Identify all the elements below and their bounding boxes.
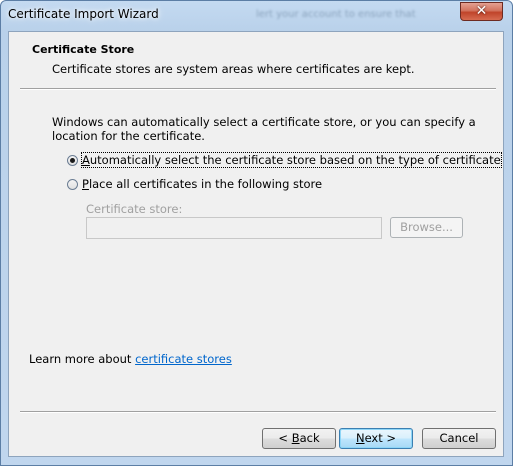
wizard-window: Certificate Import Wizard lert your acco… <box>0 0 513 466</box>
page-description: Certificate stores are system areas wher… <box>52 62 415 76</box>
page-title: Certificate Store <box>32 43 135 56</box>
certificate-store-field <box>86 217 382 239</box>
browse-button: Browse... <box>390 217 463 238</box>
header-divider <box>20 88 496 90</box>
back-button[interactable]: < Back <box>262 428 336 449</box>
option-place-all[interactable]: Place all certificates in the following … <box>67 177 322 191</box>
radio-automatic[interactable] <box>67 154 78 166</box>
next-button[interactable]: Next > <box>339 428 413 449</box>
close-icon: ✕ <box>475 3 488 19</box>
cancel-button[interactable]: Cancel <box>422 428 496 449</box>
footer-divider <box>20 411 496 413</box>
learn-more-text: Learn more about <box>29 352 136 366</box>
option-place-all-label[interactable]: Place all certificates in the following … <box>82 177 322 191</box>
learn-more: Learn more about certificate stores <box>29 352 232 366</box>
title-bar[interactable]: Certificate Import Wizard lert your acco… <box>1 1 512 29</box>
wizard-page: Certificate Store Certificate stores are… <box>8 31 504 457</box>
option-automatic[interactable]: Automatically select the certificate sto… <box>67 152 502 168</box>
radio-place-all[interactable] <box>67 178 78 190</box>
certificate-store-label: Certificate store: <box>86 202 183 216</box>
close-button[interactable]: ✕ <box>460 2 503 21</box>
certificate-stores-link[interactable]: certificate stores <box>135 352 232 366</box>
info-text: Windows can automatically select a certi… <box>52 115 476 143</box>
window-title: Certificate Import Wizard <box>8 7 159 21</box>
background-window-text: lert your account to ensure that <box>256 9 416 20</box>
option-automatic-label[interactable]: Automatically select the certificate sto… <box>81 152 502 168</box>
